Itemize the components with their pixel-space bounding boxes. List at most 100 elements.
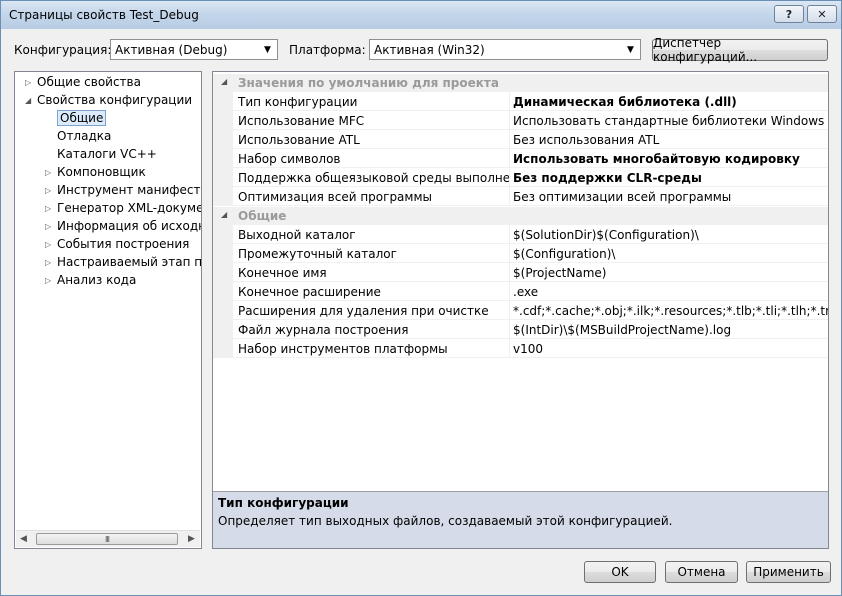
property-value[interactable]: Использовать многобайтовую кодировку xyxy=(510,149,828,168)
tree-item-label: Каталоги VC++ xyxy=(57,147,157,161)
collapse-arrow-icon[interactable]: ◢ xyxy=(221,210,227,219)
tree-item-manifest-tool[interactable]: ▷ Инструмент манифеста xyxy=(45,181,201,199)
property-row[interactable]: Расширения для удаления при очистке *.cd… xyxy=(213,301,828,320)
description-text: Определяет тип выходных файлов, создавае… xyxy=(218,514,673,528)
property-value[interactable]: $(ProjectName) xyxy=(510,263,828,282)
property-value[interactable]: $(SolutionDir)$(Configuration)\ xyxy=(510,225,828,244)
expand-arrow-icon[interactable]: ▷ xyxy=(45,276,57,285)
property-value[interactable]: Без поддержки CLR-среды xyxy=(510,168,828,187)
row-gutter xyxy=(213,187,233,206)
tree-item-debugging[interactable]: Отладка xyxy=(45,127,111,145)
property-row[interactable]: Конечное имя $(ProjectName) xyxy=(213,263,828,282)
tree-item-label: События построения xyxy=(57,237,190,251)
expand-arrow-icon[interactable]: ▷ xyxy=(25,78,37,87)
category-general[interactable]: ◢ Общие xyxy=(213,207,828,225)
expand-arrow-icon[interactable]: ▷ xyxy=(45,204,57,213)
expand-arrow-icon[interactable]: ▷ xyxy=(45,258,57,267)
category-label: Значения по умолчанию для проекта xyxy=(238,76,499,90)
property-value[interactable]: $(IntDir)\$(MSBuildProjectName).log xyxy=(510,320,828,339)
platform-label: Платформа: xyxy=(289,43,366,57)
configuration-combo[interactable]: Активная (Debug) ▼ xyxy=(110,39,278,60)
scroll-right-icon[interactable]: ▶ xyxy=(188,534,195,544)
property-row[interactable]: Оптимизация всей программы Без оптимизац… xyxy=(213,187,828,206)
tree-item-label: Свойства конфигурации xyxy=(37,93,193,107)
grip-icon: III xyxy=(104,534,110,544)
property-name: Конечное расширение xyxy=(233,282,510,301)
title-bar: Страницы свойств Test_Debug ? ✕ xyxy=(1,1,841,29)
scrollbar-thumb[interactable]: III xyxy=(36,533,178,545)
property-grid: ◢ Значения по умолчанию для проекта Тип … xyxy=(212,71,829,549)
property-name: Тип конфигурации xyxy=(233,92,510,111)
cancel-button[interactable]: Отмена xyxy=(665,561,738,583)
configuration-label: Конфигурация: xyxy=(14,43,112,57)
property-row[interactable]: Промежуточный каталог $(Configuration)\ xyxy=(213,244,828,263)
tree-horizontal-scrollbar[interactable]: ◀ III ▶ xyxy=(16,530,200,547)
row-gutter xyxy=(213,130,233,149)
tree-item-code-analysis[interactable]: ▷ Анализ кода xyxy=(45,271,136,289)
ok-button[interactable]: OK xyxy=(584,561,656,583)
help-button[interactable]: ? xyxy=(774,5,804,23)
tree-item-general[interactable]: Общие xyxy=(45,109,107,127)
platform-value: Активная (Win32) xyxy=(374,43,485,57)
row-gutter xyxy=(213,282,233,301)
expand-arrow-icon[interactable]: ▷ xyxy=(45,222,57,231)
platform-combo[interactable]: Активная (Win32) ▼ xyxy=(369,39,641,60)
tree-item-build-events[interactable]: ▷ События построения xyxy=(45,235,189,253)
tree-item-linker[interactable]: ▷ Компоновщик xyxy=(45,163,146,181)
property-value[interactable]: *.cdf;*.cache;*.obj;*.ilk;*.resources;*.… xyxy=(510,301,828,320)
tree-item-label: Общие свойства xyxy=(37,75,141,89)
chevron-down-icon: ▼ xyxy=(627,44,634,55)
tree-item-label: Настраиваемый этап пос xyxy=(57,255,202,269)
property-row[interactable]: Использование ATL Без использования ATL xyxy=(213,130,828,149)
description-panel: Тип конфигурации Определяет тип выходных… xyxy=(213,491,828,548)
property-name: Расширения для удаления при очистке xyxy=(233,301,510,320)
property-name: Набор инструментов платформы xyxy=(233,339,510,358)
property-value[interactable]: Без оптимизации всей программы xyxy=(510,187,828,206)
apply-button[interactable]: Применить xyxy=(746,561,831,583)
property-row[interactable]: Использование MFC Использовать стандартн… xyxy=(213,111,828,130)
description-title: Тип конфигурации xyxy=(218,496,349,510)
property-row[interactable]: Файл журнала построения $(IntDir)\$(MSBu… xyxy=(213,320,828,339)
expand-arrow-icon[interactable]: ▷ xyxy=(45,168,57,177)
property-value[interactable]: v100 xyxy=(510,339,828,358)
row-gutter xyxy=(213,168,233,187)
property-name: Оптимизация всей программы xyxy=(233,187,510,206)
tree-item-label: Генератор XML-документ xyxy=(57,201,201,215)
scroll-left-icon[interactable]: ◀ xyxy=(20,534,27,544)
tree-item-label: Анализ кода xyxy=(57,273,137,287)
property-value[interactable]: Использовать стандартные библиотеки Wind… xyxy=(510,111,828,130)
tree-item-custom-build-step[interactable]: ▷ Настраиваемый этап пос xyxy=(45,253,202,271)
tree-item-common-properties[interactable]: ▷ Общие свойства xyxy=(25,73,141,91)
property-row[interactable]: Тип конфигурации Динамическая библиотека… xyxy=(213,92,828,111)
expand-arrow-icon[interactable]: ▷ xyxy=(45,240,57,249)
tree-item-xml-doc-generator[interactable]: ▷ Генератор XML-документ xyxy=(45,199,201,217)
tree-item-vc-directories[interactable]: Каталоги VC++ xyxy=(45,145,157,163)
property-name: Использование ATL xyxy=(233,130,510,149)
property-row[interactable]: Конечное расширение .exe xyxy=(213,282,828,301)
property-row[interactable]: Выходной каталог $(SolutionDir)$(Configu… xyxy=(213,225,828,244)
property-pages-window: Страницы свойств Test_Debug ? ✕ Конфигур… xyxy=(0,0,842,596)
collapse-arrow-icon[interactable]: ◢ xyxy=(221,77,227,86)
row-gutter xyxy=(213,320,233,339)
property-value[interactable]: Динамическая библиотека (.dll) xyxy=(510,92,828,111)
property-row[interactable]: Набор инструментов платформы v100 xyxy=(213,339,828,358)
property-value[interactable]: Без использования ATL xyxy=(510,130,828,149)
property-tree: ▷ Общие свойства ◢ Свойства конфигурации… xyxy=(14,71,202,549)
property-row[interactable]: Поддержка общеязыковой среды выполнения … xyxy=(213,168,828,187)
row-gutter xyxy=(213,111,233,130)
tree-item-browse-information[interactable]: ▷ Информация об исходно xyxy=(45,217,201,235)
category-project-defaults[interactable]: ◢ Значения по умолчанию для проекта xyxy=(213,74,828,92)
property-name: Использование MFC xyxy=(233,111,510,130)
close-button[interactable]: ✕ xyxy=(807,5,837,23)
property-value[interactable]: .exe xyxy=(510,282,828,301)
property-row[interactable]: Набор символов Использовать многобайтову… xyxy=(213,149,828,168)
property-name: Промежуточный каталог xyxy=(233,244,510,263)
tree-item-label: Общие xyxy=(57,110,107,126)
property-value[interactable]: $(Configuration)\ xyxy=(510,244,828,263)
configuration-manager-button[interactable]: Диспетчер конфигураций... xyxy=(652,36,828,64)
expand-arrow-icon[interactable]: ▷ xyxy=(45,186,57,195)
row-gutter xyxy=(213,92,233,111)
tree-item-configuration-properties[interactable]: ◢ Свойства конфигурации xyxy=(25,91,192,109)
chevron-down-icon: ▼ xyxy=(264,44,271,55)
collapse-arrow-icon[interactable]: ◢ xyxy=(25,96,37,105)
